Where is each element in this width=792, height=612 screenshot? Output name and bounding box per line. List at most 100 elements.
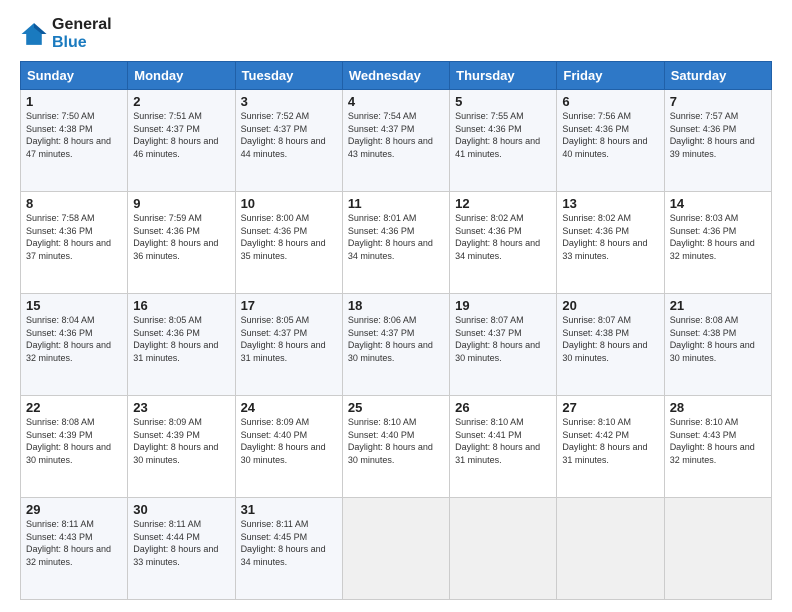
day-cell: 29 Sunrise: 8:11 AMSunset: 4:43 PMDaylig… <box>21 498 128 600</box>
day-number: 31 <box>241 502 337 517</box>
day-cell: 8 Sunrise: 7:58 AMSunset: 4:36 PMDayligh… <box>21 192 128 294</box>
day-number: 13 <box>562 196 658 211</box>
day-cell: 27 Sunrise: 8:10 AMSunset: 4:42 PMDaylig… <box>557 396 664 498</box>
day-number: 30 <box>133 502 229 517</box>
day-number: 27 <box>562 400 658 415</box>
day-info: Sunrise: 7:59 AMSunset: 4:36 PMDaylight:… <box>133 213 218 261</box>
day-cell <box>664 498 771 600</box>
day-info: Sunrise: 7:51 AMSunset: 4:37 PMDaylight:… <box>133 111 218 159</box>
day-number: 24 <box>241 400 337 415</box>
day-number: 19 <box>455 298 551 313</box>
weekday-header-friday: Friday <box>557 62 664 90</box>
day-cell: 3 Sunrise: 7:52 AMSunset: 4:37 PMDayligh… <box>235 90 342 192</box>
day-cell: 31 Sunrise: 8:11 AMSunset: 4:45 PMDaylig… <box>235 498 342 600</box>
calendar-table: SundayMondayTuesdayWednesdayThursdayFrid… <box>20 61 772 600</box>
day-cell: 14 Sunrise: 8:03 AMSunset: 4:36 PMDaylig… <box>664 192 771 294</box>
day-info: Sunrise: 7:50 AMSunset: 4:38 PMDaylight:… <box>26 111 111 159</box>
day-info: Sunrise: 8:10 AMSunset: 4:41 PMDaylight:… <box>455 417 540 465</box>
day-info: Sunrise: 7:58 AMSunset: 4:36 PMDaylight:… <box>26 213 111 261</box>
day-info: Sunrise: 8:03 AMSunset: 4:36 PMDaylight:… <box>670 213 755 261</box>
logo-icon <box>20 20 48 48</box>
day-number: 11 <box>348 196 444 211</box>
logo-text: General Blue <box>52 16 112 51</box>
weekday-header-sunday: Sunday <box>21 62 128 90</box>
day-info: Sunrise: 8:08 AMSunset: 4:39 PMDaylight:… <box>26 417 111 465</box>
day-number: 18 <box>348 298 444 313</box>
day-number: 7 <box>670 94 766 109</box>
day-info: Sunrise: 8:06 AMSunset: 4:37 PMDaylight:… <box>348 315 433 363</box>
day-cell: 6 Sunrise: 7:56 AMSunset: 4:36 PMDayligh… <box>557 90 664 192</box>
day-info: Sunrise: 8:02 AMSunset: 4:36 PMDaylight:… <box>562 213 647 261</box>
day-number: 12 <box>455 196 551 211</box>
weekday-header-thursday: Thursday <box>450 62 557 90</box>
weekday-header-monday: Monday <box>128 62 235 90</box>
week-row-2: 8 Sunrise: 7:58 AMSunset: 4:36 PMDayligh… <box>21 192 772 294</box>
day-info: Sunrise: 8:10 AMSunset: 4:42 PMDaylight:… <box>562 417 647 465</box>
day-info: Sunrise: 7:57 AMSunset: 4:36 PMDaylight:… <box>670 111 755 159</box>
day-info: Sunrise: 8:00 AMSunset: 4:36 PMDaylight:… <box>241 213 326 261</box>
day-cell <box>342 498 449 600</box>
day-cell: 10 Sunrise: 8:00 AMSunset: 4:36 PMDaylig… <box>235 192 342 294</box>
day-info: Sunrise: 8:10 AMSunset: 4:43 PMDaylight:… <box>670 417 755 465</box>
day-cell: 23 Sunrise: 8:09 AMSunset: 4:39 PMDaylig… <box>128 396 235 498</box>
day-cell: 1 Sunrise: 7:50 AMSunset: 4:38 PMDayligh… <box>21 90 128 192</box>
day-number: 10 <box>241 196 337 211</box>
day-info: Sunrise: 8:10 AMSunset: 4:40 PMDaylight:… <box>348 417 433 465</box>
day-number: 21 <box>670 298 766 313</box>
day-info: Sunrise: 8:04 AMSunset: 4:36 PMDaylight:… <box>26 315 111 363</box>
logo: General Blue <box>20 16 112 51</box>
day-number: 16 <box>133 298 229 313</box>
day-info: Sunrise: 7:52 AMSunset: 4:37 PMDaylight:… <box>241 111 326 159</box>
day-info: Sunrise: 8:07 AMSunset: 4:38 PMDaylight:… <box>562 315 647 363</box>
day-number: 20 <box>562 298 658 313</box>
day-number: 26 <box>455 400 551 415</box>
day-info: Sunrise: 8:08 AMSunset: 4:38 PMDaylight:… <box>670 315 755 363</box>
week-row-4: 22 Sunrise: 8:08 AMSunset: 4:39 PMDaylig… <box>21 396 772 498</box>
day-cell <box>450 498 557 600</box>
day-info: Sunrise: 8:11 AMSunset: 4:45 PMDaylight:… <box>241 519 326 567</box>
day-cell: 28 Sunrise: 8:10 AMSunset: 4:43 PMDaylig… <box>664 396 771 498</box>
day-info: Sunrise: 8:11 AMSunset: 4:44 PMDaylight:… <box>133 519 218 567</box>
header: General Blue <box>20 16 772 51</box>
day-number: 25 <box>348 400 444 415</box>
day-info: Sunrise: 8:09 AMSunset: 4:39 PMDaylight:… <box>133 417 218 465</box>
day-cell: 12 Sunrise: 8:02 AMSunset: 4:36 PMDaylig… <box>450 192 557 294</box>
day-number: 14 <box>670 196 766 211</box>
day-cell: 4 Sunrise: 7:54 AMSunset: 4:37 PMDayligh… <box>342 90 449 192</box>
day-number: 6 <box>562 94 658 109</box>
day-info: Sunrise: 8:02 AMSunset: 4:36 PMDaylight:… <box>455 213 540 261</box>
day-cell: 19 Sunrise: 8:07 AMSunset: 4:37 PMDaylig… <box>450 294 557 396</box>
day-info: Sunrise: 8:11 AMSunset: 4:43 PMDaylight:… <box>26 519 111 567</box>
day-cell: 24 Sunrise: 8:09 AMSunset: 4:40 PMDaylig… <box>235 396 342 498</box>
day-number: 28 <box>670 400 766 415</box>
day-number: 17 <box>241 298 337 313</box>
day-number: 23 <box>133 400 229 415</box>
day-cell: 17 Sunrise: 8:05 AMSunset: 4:37 PMDaylig… <box>235 294 342 396</box>
day-cell: 18 Sunrise: 8:06 AMSunset: 4:37 PMDaylig… <box>342 294 449 396</box>
day-cell: 15 Sunrise: 8:04 AMSunset: 4:36 PMDaylig… <box>21 294 128 396</box>
day-info: Sunrise: 8:01 AMSunset: 4:36 PMDaylight:… <box>348 213 433 261</box>
day-number: 15 <box>26 298 122 313</box>
day-cell: 5 Sunrise: 7:55 AMSunset: 4:36 PMDayligh… <box>450 90 557 192</box>
day-number: 8 <box>26 196 122 211</box>
day-cell: 11 Sunrise: 8:01 AMSunset: 4:36 PMDaylig… <box>342 192 449 294</box>
day-cell: 2 Sunrise: 7:51 AMSunset: 4:37 PMDayligh… <box>128 90 235 192</box>
weekday-header-row: SundayMondayTuesdayWednesdayThursdayFrid… <box>21 62 772 90</box>
day-number: 1 <box>26 94 122 109</box>
day-number: 22 <box>26 400 122 415</box>
day-number: 2 <box>133 94 229 109</box>
weekday-header-wednesday: Wednesday <box>342 62 449 90</box>
day-info: Sunrise: 7:54 AMSunset: 4:37 PMDaylight:… <box>348 111 433 159</box>
day-info: Sunrise: 7:55 AMSunset: 4:36 PMDaylight:… <box>455 111 540 159</box>
day-number: 3 <box>241 94 337 109</box>
day-cell <box>557 498 664 600</box>
week-row-5: 29 Sunrise: 8:11 AMSunset: 4:43 PMDaylig… <box>21 498 772 600</box>
day-number: 9 <box>133 196 229 211</box>
day-number: 29 <box>26 502 122 517</box>
day-info: Sunrise: 8:05 AMSunset: 4:37 PMDaylight:… <box>241 315 326 363</box>
day-cell: 20 Sunrise: 8:07 AMSunset: 4:38 PMDaylig… <box>557 294 664 396</box>
day-info: Sunrise: 7:56 AMSunset: 4:36 PMDaylight:… <box>562 111 647 159</box>
day-info: Sunrise: 8:09 AMSunset: 4:40 PMDaylight:… <box>241 417 326 465</box>
day-cell: 16 Sunrise: 8:05 AMSunset: 4:36 PMDaylig… <box>128 294 235 396</box>
day-cell: 7 Sunrise: 7:57 AMSunset: 4:36 PMDayligh… <box>664 90 771 192</box>
